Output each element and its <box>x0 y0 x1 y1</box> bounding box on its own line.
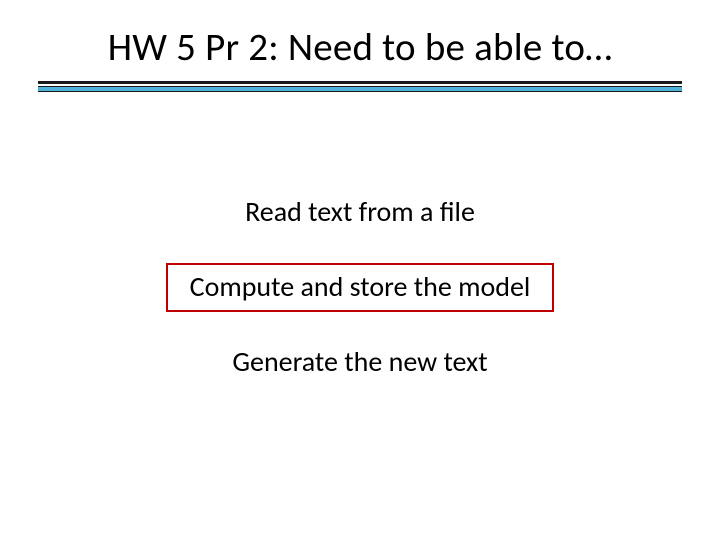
slide: HW 5 Pr 2: Need to be able to… Read text… <box>0 0 720 540</box>
body-area: Read text from a file Compute and store … <box>0 190 720 413</box>
list-item: Generate the new text <box>210 340 509 385</box>
list-item: Read text from a file <box>223 190 497 235</box>
list-item-highlighted: Compute and store the model <box>166 263 555 312</box>
title-block: HW 5 Pr 2: Need to be able to… <box>38 24 682 93</box>
title-underline <box>38 81 682 93</box>
slide-title: HW 5 Pr 2: Need to be able to… <box>38 24 682 81</box>
